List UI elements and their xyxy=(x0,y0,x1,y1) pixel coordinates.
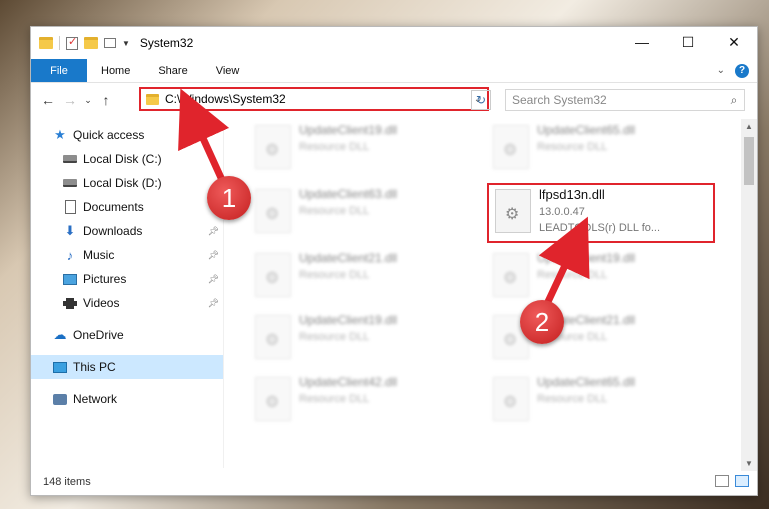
arrow-1 xyxy=(178,88,230,184)
arrow-2 xyxy=(538,216,590,310)
step-1-badge: 1 xyxy=(207,176,251,220)
annotation-arrows xyxy=(178,88,590,310)
step-2-badge: 2 xyxy=(520,300,564,344)
